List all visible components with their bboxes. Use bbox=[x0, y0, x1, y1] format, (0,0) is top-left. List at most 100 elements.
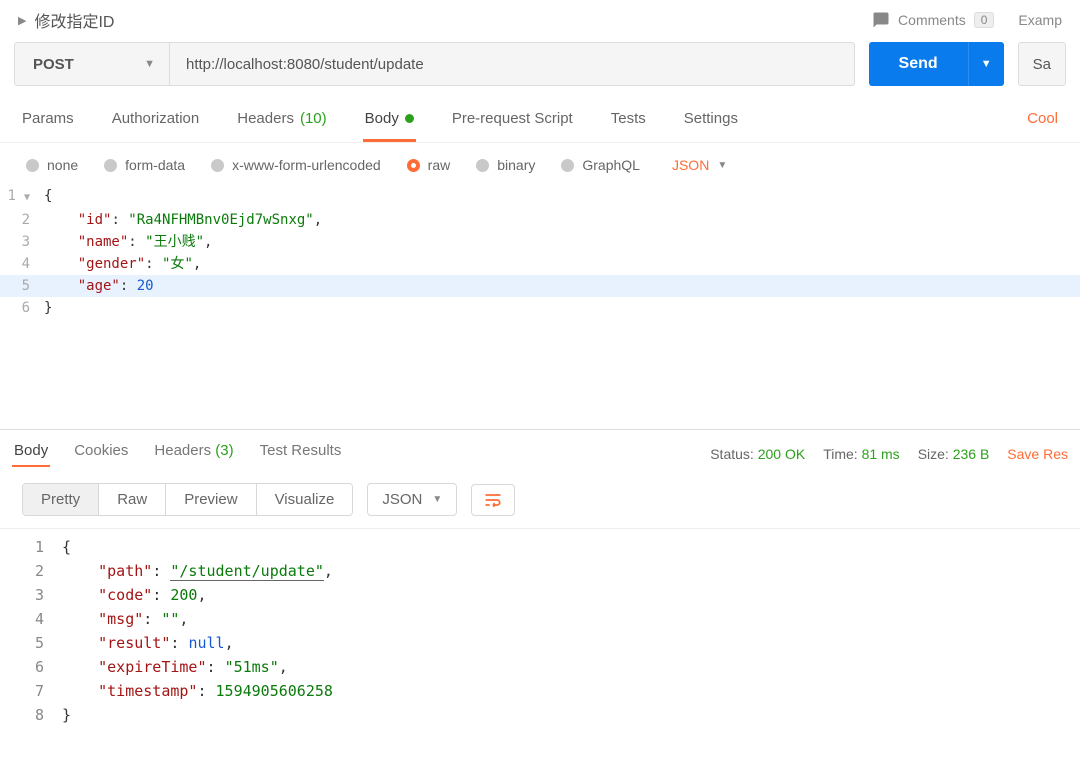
body-type-raw[interactable]: raw bbox=[407, 157, 451, 173]
method-value: POST bbox=[33, 56, 74, 73]
url-value: http://localhost:8080/student/update bbox=[186, 56, 424, 73]
body-type-none[interactable]: none bbox=[26, 157, 78, 173]
wrap-icon bbox=[482, 490, 504, 510]
view-visualize[interactable]: Visualize bbox=[257, 484, 353, 515]
collapse-icon[interactable]: ▶ bbox=[18, 14, 26, 27]
line-content: "gender": "女", bbox=[44, 253, 1080, 275]
line-number: 4 bbox=[0, 253, 44, 275]
code-line[interactable]: 6} bbox=[0, 297, 1080, 319]
code-line[interactable]: 3 "code": 200, bbox=[0, 583, 1080, 607]
line-content: "result": null, bbox=[62, 631, 1080, 655]
tab-prerequest[interactable]: Pre-request Script bbox=[450, 100, 575, 142]
code-line[interactable]: 1 ▼{ bbox=[0, 185, 1080, 209]
line-number: 6 bbox=[0, 297, 44, 319]
radio-icon bbox=[26, 159, 39, 172]
code-line[interactable]: 4 "msg": "", bbox=[0, 607, 1080, 631]
view-preview[interactable]: Preview bbox=[166, 484, 256, 515]
code-line[interactable]: 5 "result": null, bbox=[0, 631, 1080, 655]
size-value: 236 B bbox=[953, 446, 990, 462]
line-number: 8 bbox=[0, 703, 62, 727]
response-tab-test-results[interactable]: Test Results bbox=[258, 440, 344, 467]
body-type-urlencoded[interactable]: x-www-form-urlencoded bbox=[211, 157, 381, 173]
line-content: { bbox=[62, 535, 1080, 559]
line-content: } bbox=[62, 703, 1080, 727]
comment-icon bbox=[872, 11, 890, 29]
code-line[interactable]: 6 "expireTime": "51ms", bbox=[0, 655, 1080, 679]
line-number: 5 bbox=[0, 631, 62, 655]
view-mode-segment: Pretty Raw Preview Visualize bbox=[22, 483, 353, 516]
request-header: ▶ 修改指定ID Comments 0 Examp bbox=[0, 0, 1080, 42]
wrap-lines-button[interactable] bbox=[471, 484, 515, 516]
body-type-binary[interactable]: binary bbox=[476, 157, 535, 173]
radio-icon bbox=[104, 159, 117, 172]
save-button[interactable]: Sa bbox=[1018, 42, 1066, 86]
line-content: "name": "王小贱", bbox=[44, 231, 1080, 253]
comments-label: Comments bbox=[898, 12, 966, 28]
send-dropdown[interactable]: ▼ bbox=[968, 42, 1004, 86]
view-pretty[interactable]: Pretty bbox=[23, 484, 99, 515]
line-content: "timestamp": 1594905606258 bbox=[62, 679, 1080, 703]
chevron-down-icon: ▼ bbox=[717, 160, 727, 171]
line-content: "code": 200, bbox=[62, 583, 1080, 607]
tab-body[interactable]: Body bbox=[363, 100, 416, 142]
tab-body-label: Body bbox=[365, 110, 399, 127]
line-content: "id": "Ra4NFHMBnv0Ejd7wSnxg", bbox=[44, 209, 1080, 231]
code-line[interactable]: 7 "timestamp": 1594905606258 bbox=[0, 679, 1080, 703]
comments-button[interactable]: Comments 0 bbox=[872, 11, 994, 29]
line-number: 2 bbox=[0, 559, 62, 583]
response-viewer-bar: Pretty Raw Preview Visualize JSON ▼ bbox=[0, 475, 1080, 524]
view-raw[interactable]: Raw bbox=[99, 484, 166, 515]
code-line[interactable]: 1{ bbox=[0, 535, 1080, 559]
chevron-down-icon: ▼ bbox=[144, 58, 155, 70]
url-input[interactable]: http://localhost:8080/student/update bbox=[170, 42, 855, 86]
time-value: 81 ms bbox=[862, 446, 900, 462]
line-number: 1 bbox=[0, 535, 62, 559]
body-format-select[interactable]: JSON ▼ bbox=[672, 157, 727, 173]
chevron-down-icon: ▼ bbox=[432, 494, 442, 505]
line-number: 5 bbox=[0, 275, 44, 297]
request-body-editor[interactable]: 1 ▼{2 "id": "Ra4NFHMBnv0Ejd7wSnxg",3 "na… bbox=[0, 183, 1080, 429]
line-number: 1 ▼ bbox=[0, 185, 44, 209]
line-number: 2 bbox=[0, 209, 44, 231]
code-line[interactable]: 8} bbox=[0, 703, 1080, 727]
response-tab-body[interactable]: Body bbox=[12, 440, 50, 467]
chevron-down-icon: ▼ bbox=[981, 58, 992, 70]
method-select[interactable]: POST ▼ bbox=[14, 42, 170, 86]
status-value: 200 OK bbox=[758, 446, 805, 462]
body-type-graphql[interactable]: GraphQL bbox=[561, 157, 640, 173]
examples-button[interactable]: Examp bbox=[1018, 12, 1062, 28]
line-number: 6 bbox=[0, 655, 62, 679]
line-content: "age": 20 bbox=[44, 275, 1080, 297]
response-tab-cookies[interactable]: Cookies bbox=[72, 440, 130, 467]
tab-settings[interactable]: Settings bbox=[682, 100, 740, 142]
body-type-form-data[interactable]: form-data bbox=[104, 157, 185, 173]
cookies-link[interactable]: Cool bbox=[1025, 100, 1060, 142]
radio-icon bbox=[561, 159, 574, 172]
response-format-select[interactable]: JSON ▼ bbox=[367, 483, 457, 516]
response-body-viewer[interactable]: 1{2 "path": "/student/update",3 "code": … bbox=[0, 528, 1080, 733]
code-line[interactable]: 5 "age": 20 bbox=[0, 275, 1080, 297]
line-number: 4 bbox=[0, 607, 62, 631]
tab-headers[interactable]: Headers (10) bbox=[235, 100, 328, 142]
request-tabs: Params Authorization Headers (10) Body P… bbox=[0, 100, 1080, 143]
comments-count: 0 bbox=[974, 12, 995, 28]
line-content: "path": "/student/update", bbox=[62, 559, 1080, 583]
code-line[interactable]: 4 "gender": "女", bbox=[0, 253, 1080, 275]
tab-params[interactable]: Params bbox=[20, 100, 76, 142]
body-modified-icon bbox=[405, 114, 414, 123]
code-line[interactable]: 2 "id": "Ra4NFHMBnv0Ejd7wSnxg", bbox=[0, 209, 1080, 231]
code-line[interactable]: 2 "path": "/student/update", bbox=[0, 559, 1080, 583]
line-number: 7 bbox=[0, 679, 62, 703]
code-line[interactable]: 3 "name": "王小贱", bbox=[0, 231, 1080, 253]
line-content: "expireTime": "51ms", bbox=[62, 655, 1080, 679]
send-button[interactable]: Send bbox=[869, 42, 968, 86]
tab-headers-count: (10) bbox=[300, 110, 327, 127]
save-response-button[interactable]: Save Res bbox=[1007, 446, 1068, 462]
line-content: "msg": "", bbox=[62, 607, 1080, 631]
response-tab-headers[interactable]: Headers (3) bbox=[152, 440, 235, 467]
tab-authorization[interactable]: Authorization bbox=[110, 100, 202, 142]
tab-headers-label: Headers bbox=[237, 110, 294, 127]
line-content: } bbox=[44, 297, 1080, 319]
request-name[interactable]: 修改指定ID bbox=[34, 8, 114, 32]
tab-tests[interactable]: Tests bbox=[609, 100, 648, 142]
